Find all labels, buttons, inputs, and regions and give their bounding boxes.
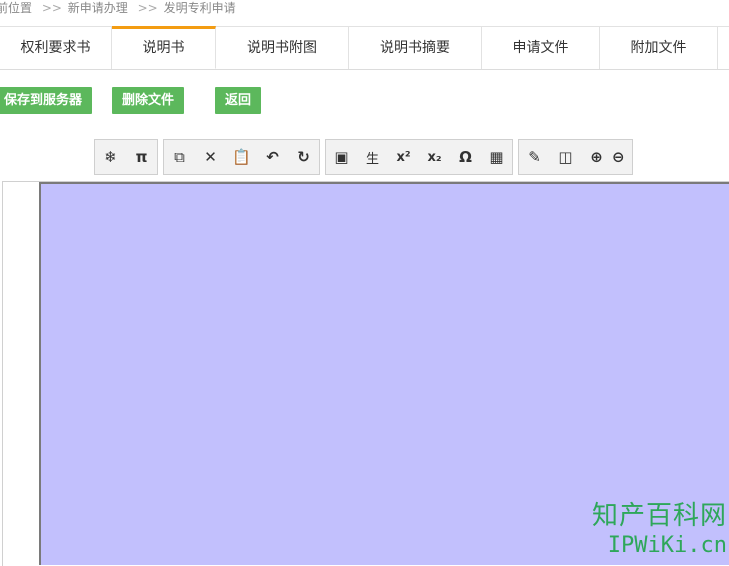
paste-icon[interactable]: 📋 [226,140,257,174]
breadcrumb-separator: >> [41,1,62,15]
tab-abstract[interactable]: 说明书摘要 [349,27,482,69]
redo-icon[interactable]: ↻ [288,140,319,174]
snowflake-icon[interactable]: ❄ [95,140,126,174]
save-to-server-button[interactable]: 保存到服务器 [0,87,93,114]
zoom-out-icon[interactable]: ⊖ [612,140,632,174]
watermark-line-2: IPWiKi.cn [607,533,727,558]
toolbar-group-special: ❄ π [94,139,158,175]
tab-application-files[interactable]: 申请文件 [482,27,600,69]
subscript-icon[interactable]: x₂ [419,140,450,174]
zoom-in-icon[interactable]: ⊕ [581,140,612,174]
breadcrumb-item-new-application[interactable]: 新申请办理 [68,0,128,16]
undo-icon[interactable]: ↶ [257,140,288,174]
fullscreen-icon[interactable]: ◫ [550,140,581,174]
toolbar-group-view: ✎ ◫ ⊕ ⊖ [518,139,633,175]
delete-file-button[interactable]: 删除文件 [112,87,185,114]
tab-description[interactable]: 说明书 [112,26,216,69]
breadcrumb-separator: >> [137,1,158,15]
tab-additional-files[interactable]: 附加文件 [600,27,718,69]
superscript-icon[interactable]: x² [388,140,419,174]
spellcheck-icon[interactable]: ✎ [519,140,550,174]
back-button[interactable]: 返回 [215,87,262,114]
tab-claims[interactable]: 权利要求书 [0,27,112,69]
omega-icon[interactable]: Ω [450,140,481,174]
pi-icon[interactable]: π [126,140,157,174]
editor-toolbar: ❄ π ⧉ ✕ 📋 ↶ ↻ ▣ 生 x² x₂ Ω ▦ ✎ ◫ ⊕ ⊖ [94,139,633,175]
watermark: 知产百科网 IPWiKi.cn [592,501,727,561]
breadcrumb-item-invention-patent[interactable]: 发明专利申请 [164,0,236,16]
cut-icon[interactable]: ✕ [195,140,226,174]
image-icon[interactable]: ▣ [326,140,357,174]
rare-char-icon[interactable]: 生 [357,140,388,174]
document-tabs: 权利要求书 说明书 说明书附图 说明书摘要 申请文件 附加文件 [0,26,729,70]
table-icon[interactable]: ▦ [481,140,512,174]
tab-description-drawings[interactable]: 说明书附图 [216,27,349,69]
watermark-line-1: 知产百科网 [591,501,727,531]
toolbar-group-insert: ▣ 生 x² x₂ Ω ▦ [325,139,513,175]
breadcrumb: 前位置 >> 新申请办理 >> 发明专利申请 [0,0,729,20]
toolbar-group-clipboard: ⧉ ✕ 📋 ↶ ↻ [163,139,320,175]
copy-icon[interactable]: ⧉ [164,140,195,174]
breadcrumb-current-location: 前位置 [0,1,33,15]
